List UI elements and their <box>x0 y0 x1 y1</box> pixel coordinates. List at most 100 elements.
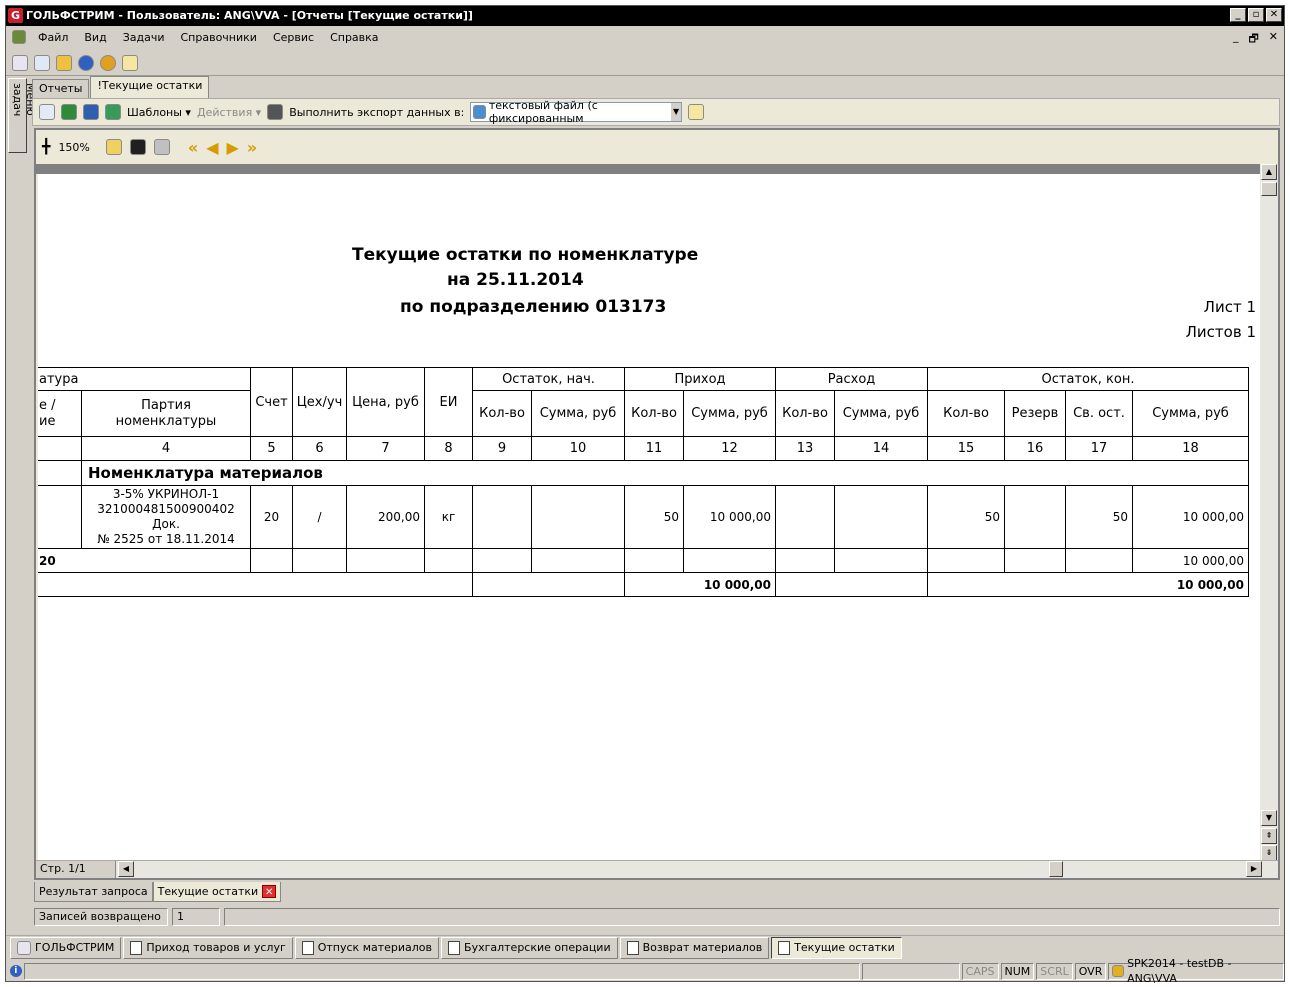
scroll-down-button[interactable]: ▼ <box>1261 810 1277 826</box>
refresh-icon[interactable] <box>56 54 72 71</box>
sheet-count: Листов 1 <box>1185 323 1256 341</box>
group-header: Номенклатура материалов <box>81 460 1249 486</box>
tasks-icon[interactable] <box>12 54 28 71</box>
task-menu-panel[interactable]: Меню задач <box>8 78 37 153</box>
result-tabs: Результат запроса Текущие остатки ✕ <box>34 882 282 904</box>
tab-current-stock[interactable]: !Текущие остатки <box>90 76 210 98</box>
subtotal-cell <box>1004 548 1066 573</box>
taskbar-accounting[interactable]: Бухгалтерские операции <box>441 936 618 959</box>
document-tabs: Отчеты !Текущие остатки <box>32 76 210 98</box>
group-spacer <box>38 460 82 486</box>
scroll-up-button[interactable]: ▲ <box>1261 164 1277 180</box>
colnum-cell: 17 <box>1065 436 1133 461</box>
export-format-select[interactable]: текстовый файл (с фиксированным ▼ <box>470 99 683 125</box>
word-icon[interactable] <box>83 104 99 120</box>
subtotal-cell <box>927 548 1005 573</box>
scroll-right-button[interactable]: ▶ <box>1246 861 1262 877</box>
header-shop: Цех/уч <box>292 367 347 437</box>
report-toolbar: Шаблоны ▾ Действия ▾ Выполнить экспорт д… <box>32 98 1280 126</box>
row-price: 200,00 <box>346 485 425 549</box>
info-icon[interactable] <box>100 54 116 71</box>
minimize-button[interactable]: _ <box>1230 8 1246 22</box>
header-expense-qty: Кол-во <box>775 390 835 437</box>
status-extra <box>224 908 1280 926</box>
colnum-cell: 8 <box>424 436 473 461</box>
vertical-scrollbar[interactable]: ▲ ▼ ⇞ ⇟ <box>1260 164 1278 862</box>
last-page-icon[interactable]: » <box>247 138 257 157</box>
tab-query-result[interactable]: Результат запроса <box>34 882 153 902</box>
horizontal-scrollbar[interactable]: Стр. 1/1 ◀ ▶ <box>36 860 1278 878</box>
save-icon[interactable] <box>129 139 146 155</box>
row-income-sum: 10 000,00 <box>683 485 776 549</box>
records-label: Записей возвращено <box>34 908 168 926</box>
menu-tasks[interactable]: Задачи <box>115 31 173 44</box>
next-page-icon[interactable]: ▶ <box>227 138 239 157</box>
menu-help[interactable]: Справка <box>322 31 386 44</box>
window-taskbar: ГОЛЬФСТРИМ Приход товаров и услуг Отпуск… <box>6 935 1284 959</box>
sheet-number: Лист 1 <box>1203 298 1256 316</box>
taskbar-materials-issue[interactable]: Отпуск материалов <box>294 936 440 959</box>
document-icon <box>301 940 314 955</box>
new-document-icon[interactable] <box>34 54 50 71</box>
header-start-sum: Сумма, руб <box>531 390 625 437</box>
taskbar-current-stock-label: Текущие остатки <box>794 940 895 954</box>
export-format-value: текстовый файл (с фиксированным <box>488 99 598 125</box>
colnum-cell: 10 <box>531 436 625 461</box>
scroll-thumb[interactable] <box>1261 182 1277 196</box>
menu-directories[interactable]: Справочники <box>173 31 265 44</box>
prev-page-icon[interactable]: ◀ <box>206 138 218 157</box>
db-indicator: SPK2014 - testDB - ANG\VVA <box>1108 957 1284 985</box>
excel-icon[interactable] <box>61 104 77 120</box>
header-nomenclature-sub: е / ие <box>38 390 82 437</box>
mdi-restore-button[interactable]: 🗗 <box>1248 30 1258 49</box>
zoom-level[interactable]: 150% <box>58 141 89 154</box>
row-income-qty: 50 <box>624 485 684 549</box>
export-icon[interactable] <box>105 104 121 120</box>
templates-dropdown[interactable]: Шаблоны ▾ <box>127 106 191 119</box>
open-icon[interactable] <box>105 139 122 155</box>
menu-service[interactable]: Сервис <box>265 31 322 44</box>
menu-view[interactable]: Вид <box>76 31 114 44</box>
taskbar-main[interactable]: ГОЛЬФСТРИМ <box>10 936 122 959</box>
header-free: Св. ост. <box>1065 390 1133 437</box>
title-bar: G ГОЛЬФСТРИМ - Пользователь: ANG\VVA - [… <box>6 6 1284 26</box>
tab-reports[interactable]: Отчеты <box>32 79 90 98</box>
back-icon[interactable] <box>688 104 705 120</box>
export-disk-icon[interactable] <box>267 104 284 120</box>
close-button[interactable]: ✕ <box>1266 8 1282 22</box>
column-number-row: 4 5 6 7 8 9 10 11 12 13 14 15 16 17 18 <box>38 436 1249 461</box>
app-menu-icon[interactable] <box>12 30 26 44</box>
exit-icon[interactable] <box>122 54 138 71</box>
subtotal-cell <box>834 548 928 573</box>
mdi-minimize-button[interactable]: _ <box>1233 30 1239 49</box>
menu-file[interactable]: Файл <box>30 31 76 44</box>
num-indicator: NUM <box>1000 962 1035 980</box>
header-price: Цена, руб <box>346 367 425 437</box>
scroll-page-down-button[interactable]: ⇟ <box>1261 845 1277 861</box>
report-department: по подразделению 013173 <box>400 297 667 317</box>
chevron-down-icon[interactable]: ▼ <box>670 103 682 121</box>
taskbar-materials-return[interactable]: Возврат материалов <box>619 936 770 959</box>
scroll-left-button[interactable]: ◀ <box>118 861 134 877</box>
close-icon[interactable]: ✕ <box>262 885 277 898</box>
zoom-icon[interactable]: ╋ <box>42 139 50 155</box>
colnum-cell: 6 <box>292 436 347 461</box>
first-page-icon[interactable]: « <box>188 138 198 157</box>
header-start-balance: Остаток, нач. <box>472 367 625 391</box>
print-preview-icon[interactable] <box>39 104 55 120</box>
mdi-close-button[interactable]: ✕ <box>1269 30 1278 49</box>
mdi-buttons: _ 🗗 ✕ <box>1233 30 1278 49</box>
horizontal-scroll-thumb[interactable] <box>1049 861 1063 877</box>
scroll-page-up-button[interactable]: ⇞ <box>1261 828 1277 844</box>
taskbar-current-stock[interactable]: Текущие остатки <box>771 936 902 959</box>
row-expense-qty <box>775 485 835 549</box>
tab-current-stock-result[interactable]: Текущие остатки ✕ <box>152 882 282 902</box>
templates-label: Шаблоны <box>127 105 182 119</box>
help-icon[interactable] <box>78 54 94 71</box>
tab-current-stock-label: Текущие остатки <box>157 884 259 898</box>
print-icon[interactable] <box>153 139 170 155</box>
taskbar-goods-receipt[interactable]: Приход товаров и услуг <box>123 936 293 959</box>
document-icon <box>626 940 639 955</box>
status-bar: i CAPS NUM SCRL OVR SPK2014 - testDB - A… <box>6 957 1284 985</box>
restore-button[interactable]: ▫ <box>1248 8 1264 22</box>
